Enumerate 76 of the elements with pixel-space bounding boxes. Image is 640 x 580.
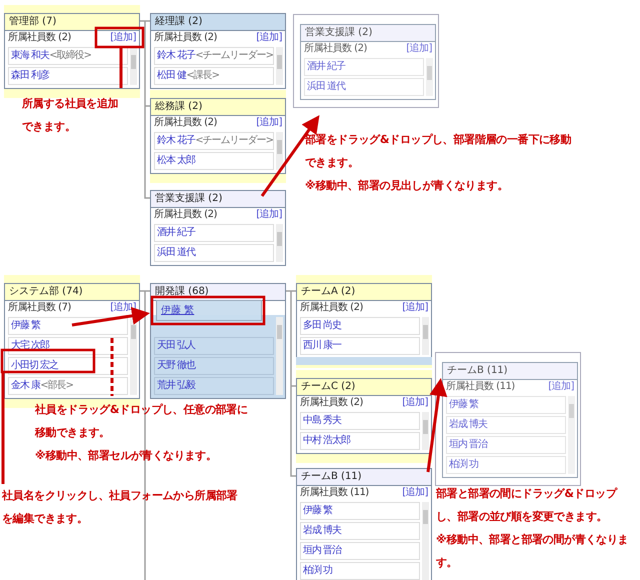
department-heading[interactable]: チームC (2) — [297, 379, 431, 396]
employee-row[interactable]: 伊藤 繁 — [446, 396, 566, 414]
member-count-label: 所属社員数 (2) — [154, 208, 217, 222]
scrollbar[interactable] — [276, 224, 283, 262]
scrollbar[interactable] — [422, 412, 429, 450]
add-link[interactable]: [追加] — [256, 208, 282, 222]
employee-row[interactable]: 伊藤 繁 — [8, 317, 128, 335]
employee-row[interactable]: 酒井 紀子 — [304, 58, 424, 76]
annotation-text: 所属する社員を追加 できます。 — [22, 96, 118, 135]
annotation-text: 部署と部署の間にドラッグ&ドロップ し、部署の並び順を変更できます。 ※移動中、部署と部署の間が青くなりま す。 — [436, 486, 628, 571]
scrollbar[interactable] — [130, 47, 137, 85]
scrollbar[interactable] — [426, 58, 433, 96]
scrollbar[interactable] — [276, 47, 283, 85]
department-heading[interactable]: 経理課 (2) — [151, 14, 285, 31]
employee-row[interactable]: 柏渕 功 — [300, 562, 420, 580]
member-count-label: 所属社員数 (2) — [300, 396, 363, 410]
employee-row[interactable]: 松田 健<課長> — [154, 67, 274, 85]
employee-row[interactable]: 鈴木 花子<チームリーダー> — [154, 132, 274, 150]
scrollbar[interactable] — [422, 502, 429, 580]
employee-row[interactable]: 中村 浩太郎 — [300, 432, 420, 450]
highlight-frame — [94, 26, 144, 48]
employee-row[interactable]: 中島 秀夫 — [300, 412, 420, 430]
member-count-label: 所属社員数 (7) — [8, 301, 71, 315]
department-heading[interactable]: チームB (11) — [443, 363, 577, 380]
member-count-label: 所属社員数 (2) — [300, 301, 363, 315]
employee-row[interactable]: 荒井 弘毅 — [154, 377, 274, 395]
department-heading[interactable]: チームA (2) — [297, 284, 431, 301]
add-link[interactable]: [追加] — [548, 380, 574, 394]
member-count-label: 所属社員数 (2) — [154, 31, 217, 45]
department-heading[interactable]: 総務課 (2) — [151, 99, 285, 116]
member-count-label: 所属社員数 (11) — [446, 380, 515, 394]
department-heading[interactable]: チームB (11) — [297, 469, 431, 486]
scrollbar[interactable] — [276, 132, 283, 170]
scrollbar[interactable] — [422, 317, 429, 355]
member-count-label: 所属社員数 (2) — [154, 116, 217, 130]
employee-drag-preview: 伊藤 繁 — [156, 300, 262, 321]
employee-row[interactable]: 鈴木 花子<チームリーダー> — [154, 47, 274, 65]
employee-row[interactable]: 柏渕 功 — [446, 456, 566, 474]
member-count-label: 所属社員数 (2) — [8, 31, 71, 45]
employee-row[interactable]: 天野 徹也 — [154, 357, 274, 375]
scrollbar[interactable] — [568, 396, 575, 474]
add-link[interactable]: [追加] — [402, 396, 428, 410]
department-heading[interactable]: 営業支援課 (2) — [151, 191, 285, 208]
employee-row[interactable]: 垣内 晋治 — [446, 436, 566, 454]
employee-row[interactable]: 浜田 道代 — [154, 244, 274, 262]
department-heading[interactable]: システム部 (74) — [5, 284, 139, 301]
employee-row[interactable]: 垣内 晋治 — [300, 542, 420, 560]
employee-row[interactable]: 酒井 紀子 — [154, 224, 274, 242]
department-heading[interactable]: 営業支援課 (2) — [301, 25, 435, 42]
employee-row[interactable]: 天田 弘人 — [154, 337, 274, 355]
employee-row[interactable]: 松本 太郎 — [154, 152, 274, 170]
scrollbar[interactable] — [130, 317, 137, 395]
employee-row[interactable]: 多田 尚史 — [300, 317, 420, 335]
annotation-text: 社員名をクリックし、社員フォームから所属部署 を編集できます。 — [2, 488, 238, 527]
scrollbar[interactable] — [276, 317, 283, 395]
department-heading[interactable]: 管理部 (7) — [5, 14, 139, 31]
employee-row[interactable]: 浜田 道代 — [304, 78, 424, 96]
employee-row[interactable]: 伊藤 繁 — [300, 502, 420, 520]
add-link[interactable]: [追加] — [406, 42, 432, 56]
leader-line — [110, 338, 114, 396]
add-link[interactable]: [追加] — [110, 31, 136, 45]
employee-row[interactable]: 岩成 博夫 — [300, 522, 420, 540]
add-link[interactable]: [追加] — [402, 301, 428, 315]
add-link[interactable]: [追加] — [402, 486, 428, 500]
annotation-text: 社員をドラッグ&ドロップし、任意の部署に 移動できます。 ※移動中、部署セルが青くなります。 — [35, 402, 248, 464]
add-link[interactable]: [追加] — [256, 116, 282, 130]
employee-row[interactable]: 岩成 博夫 — [446, 416, 566, 434]
member-count-label: 所属社員数 (11) — [300, 486, 369, 500]
employee-row[interactable]: 金木 康<部長> — [8, 377, 128, 395]
annotation-text: 部署をドラッグ&ドロップし、部署階層の一番下に移動 できます。 ※移動中、部署の見出しが青くなります。 — [305, 132, 572, 194]
member-count-label: 所属社員数 (2) — [304, 42, 367, 56]
employee-row[interactable]: 西川 康一 — [300, 337, 420, 355]
leader-line — [120, 47, 122, 88]
employee-row[interactable]: 東海 和夫<取締役> — [8, 47, 128, 65]
add-link[interactable]: [追加] — [256, 31, 282, 45]
employee-row[interactable]: 森田 利彦 — [8, 67, 128, 85]
